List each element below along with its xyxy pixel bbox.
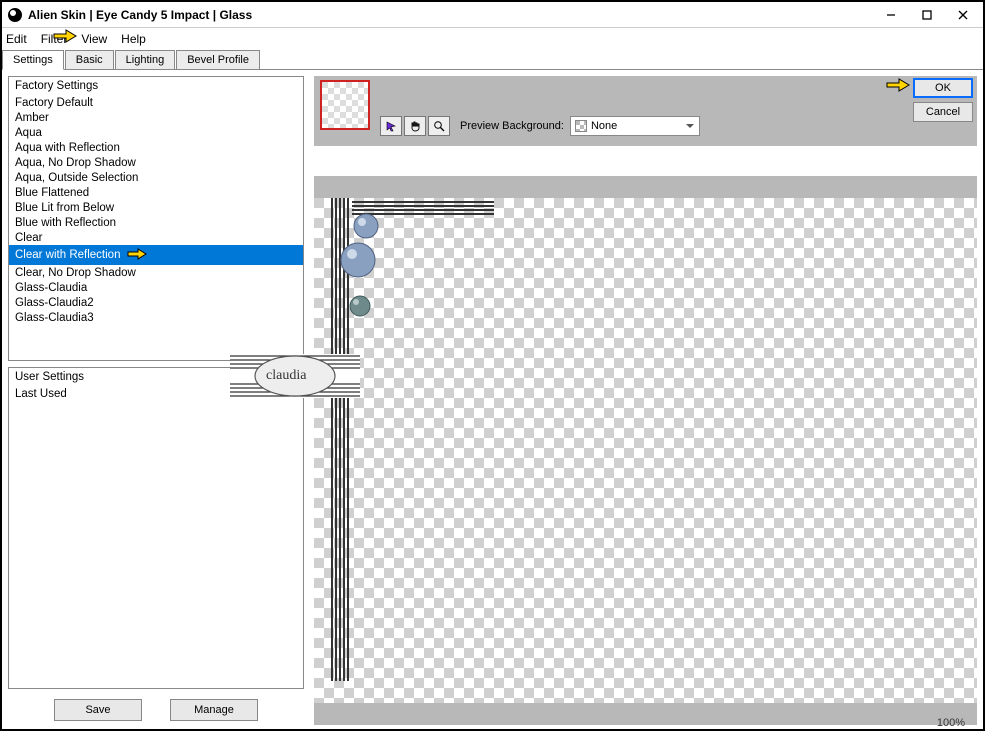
minimize-icon [886, 10, 896, 20]
factory-list-item[interactable]: Aqua, Outside Selection [9, 170, 303, 185]
pointer-tool-button[interactable] [380, 116, 402, 136]
hand-tool-button[interactable] [404, 116, 426, 136]
user-settings-list[interactable]: User Settings Last Used [8, 367, 304, 689]
factory-list-item[interactable]: Aqua with Reflection [9, 140, 303, 155]
preview-top-stripe [314, 176, 977, 198]
app-window: Alien Skin | Eye Candy 5 Impact | Glass … [0, 0, 985, 731]
preview-panel: Preview Background: None OK Cancel [314, 76, 977, 725]
list-item-label: Amber [15, 112, 49, 124]
preview-toolbar: Preview Background: None OK Cancel [314, 76, 977, 146]
window-controls [873, 3, 981, 27]
preview-bottom-stripe [314, 703, 977, 725]
maximize-button[interactable] [909, 3, 945, 27]
preview-background-control: Preview Background: None [460, 116, 700, 136]
maximize-icon [922, 10, 932, 20]
list-item-label: Clear, No Drop Shadow [15, 267, 136, 279]
window-title: Alien Skin | Eye Candy 5 Impact | Glass [28, 8, 252, 22]
list-item-label: Glass-Claudia3 [15, 312, 94, 324]
factory-list-item[interactable]: Blue Lit from Below [9, 200, 303, 215]
pointer-tool-icon [385, 120, 397, 132]
preview-background-value: None [591, 120, 617, 132]
list-item-label: Factory Default [15, 97, 93, 109]
tab-basic[interactable]: Basic [65, 50, 114, 69]
factory-settings-list[interactable]: Factory Settings Factory Default Amber Aqu… [8, 76, 304, 361]
layer-thumbnail[interactable] [320, 80, 370, 130]
factory-list-item[interactable]: Clear [9, 230, 303, 245]
menu-view[interactable]: View [81, 32, 107, 46]
close-icon [958, 10, 968, 20]
close-button[interactable] [945, 3, 981, 27]
factory-list-item[interactable]: Blue Flattened [9, 185, 303, 200]
preview-artwork [314, 198, 494, 681]
factory-list-item[interactable]: Amber [9, 110, 303, 125]
list-item-label: Clear [15, 232, 42, 244]
list-item-label: Aqua, No Drop Shadow [15, 157, 136, 169]
cancel-button[interactable]: Cancel [913, 102, 973, 122]
pointer-icon [126, 247, 148, 264]
factory-list-item[interactable]: Aqua, No Drop Shadow [9, 155, 303, 170]
settings-buttons: Save Manage [8, 695, 304, 725]
tab-settings[interactable]: Settings [2, 50, 64, 70]
pointer-icon [52, 26, 78, 52]
checker-swatch-icon [575, 120, 587, 132]
menu-help[interactable]: Help [121, 32, 146, 46]
factory-settings-header: Factory Settings [9, 77, 303, 95]
ok-button[interactable]: OK [913, 78, 973, 98]
list-item-label: Aqua [15, 127, 42, 139]
tool-row [380, 116, 450, 136]
hand-tool-icon [409, 120, 421, 132]
titlebar-left: Alien Skin | Eye Candy 5 Impact | Glass [8, 8, 252, 22]
preview-canvas[interactable] [314, 198, 977, 703]
main-area: Factory Settings Factory Default Amber Aqu… [2, 70, 983, 729]
tab-lighting[interactable]: Lighting [115, 50, 176, 69]
menubar: Edit Filter View Help [2, 28, 983, 50]
app-icon [8, 8, 22, 22]
zoom-level: 100% [937, 717, 965, 729]
list-item-label: Blue with Reflection [15, 217, 116, 229]
factory-list-item[interactable]: Glass-Claudia3 [9, 310, 303, 325]
menu-edit[interactable]: Edit [6, 32, 27, 46]
factory-list-item[interactable]: Blue with Reflection [9, 215, 303, 230]
titlebar: Alien Skin | Eye Candy 5 Impact | Glass [2, 2, 983, 28]
factory-list-item[interactable]: Clear with Reflection [9, 245, 303, 265]
manage-button[interactable]: Manage [170, 699, 258, 721]
watermark: claudia [230, 348, 360, 408]
factory-list-item[interactable]: Aqua [9, 125, 303, 140]
list-item-label: Glass-Claudia2 [15, 297, 94, 309]
ok-row: OK [885, 76, 973, 99]
dialog-actions: OK Cancel [885, 76, 973, 122]
zoom-tool-button[interactable] [428, 116, 450, 136]
save-button[interactable]: Save [54, 699, 142, 721]
preview-gap [314, 146, 977, 176]
list-item-label: Aqua with Reflection [15, 142, 120, 154]
zoom-tool-icon [433, 120, 445, 132]
list-item-label: Aqua, Outside Selection [15, 172, 138, 184]
factory-list-item[interactable]: Factory Default [9, 95, 303, 110]
list-item-label: Clear with Reflection [15, 249, 120, 261]
list-item-label: Glass-Claudia [15, 282, 87, 294]
factory-list-item[interactable]: Glass-Claudia2 [9, 295, 303, 310]
tab-bevel-profile[interactable]: Bevel Profile [176, 50, 260, 69]
preview-background-label: Preview Background: [460, 120, 564, 132]
list-item-label: Blue Lit from Below [15, 202, 114, 214]
list-item-label: Blue Flattened [15, 187, 89, 199]
pointer-icon [885, 76, 911, 99]
factory-list-item[interactable]: Clear, No Drop Shadow [9, 265, 303, 280]
preview-background-select[interactable]: None [570, 116, 700, 136]
watermark-text: claudia [266, 368, 306, 384]
factory-list-item[interactable]: Glass-Claudia [9, 280, 303, 295]
tabbar: Settings Basic Lighting Bevel Profile [2, 50, 983, 70]
minimize-button[interactable] [873, 3, 909, 27]
